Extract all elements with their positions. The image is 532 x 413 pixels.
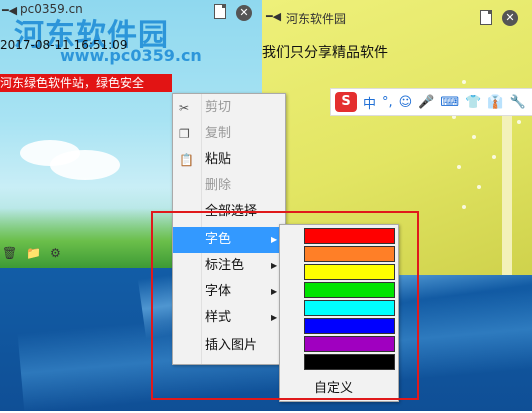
doc-icon[interactable]: [480, 10, 492, 25]
ime-tools-icon[interactable]: 🔧: [510, 95, 526, 110]
petal: [462, 80, 466, 84]
gear-icon[interactable]: ⚙: [50, 246, 64, 260]
menu-item-label: 复制: [205, 126, 232, 141]
menu-item-copy[interactable]: ❐ 复制: [173, 121, 285, 147]
petal: [472, 135, 476, 139]
copy-icon: ❐: [179, 127, 190, 141]
menu-item-label: 删除: [205, 178, 232, 193]
highlighted-text[interactable]: 河东绿色软件站，绿色安全: [0, 74, 172, 92]
ime-logo-icon[interactable]: S: [335, 92, 357, 112]
menu-item-delete[interactable]: 删除: [173, 173, 285, 199]
close-icon[interactable]: ✕: [236, 5, 252, 21]
menu-item-cut[interactable]: ✂ 剪切: [173, 95, 285, 121]
left-note-toolbar: 🗑 📁 ⚙: [0, 246, 120, 264]
ime-toolbar[interactable]: S 中 °, ☺ 🎤 ⌨ 👕 👔 🔧: [330, 88, 532, 116]
ime-keyboard-icon[interactable]: ⌨: [440, 95, 459, 110]
paste-icon: 📋: [179, 153, 194, 167]
ime-voice-icon[interactable]: 🎤: [418, 95, 434, 110]
ime-punctuation-icon[interactable]: °,: [382, 95, 393, 110]
cut-icon: ✂: [179, 101, 190, 115]
note-datetime: 2017-08-11 16:51:09: [0, 38, 128, 52]
ime-emoji-icon[interactable]: ☺: [399, 95, 413, 110]
cloud-decoration: [50, 150, 120, 180]
close-icon[interactable]: ✕: [502, 10, 518, 26]
tree-trunk: [502, 100, 512, 275]
menu-item-label: 粘贴: [205, 152, 232, 167]
petal: [492, 155, 496, 159]
right-note-titlebar[interactable]: ━◀ 河东软件园 ✕: [262, 0, 532, 30]
doc-icon[interactable]: [214, 4, 226, 19]
folder-icon[interactable]: 📁: [26, 246, 41, 260]
ime-chinese-mode[interactable]: 中: [363, 93, 376, 112]
ime-skin-icon[interactable]: 👕: [465, 95, 481, 110]
pin-icon[interactable]: ━◀: [266, 10, 281, 23]
petal: [462, 205, 466, 209]
ime-user-icon[interactable]: 👔: [487, 95, 503, 110]
petal: [517, 120, 521, 124]
menu-item-label: 剪切: [205, 100, 232, 115]
petal: [457, 165, 461, 169]
trash-icon[interactable]: 🗑: [2, 246, 17, 260]
annotation-highlight-frame: [151, 211, 419, 400]
menu-item-paste[interactable]: 📋 粘贴: [173, 147, 285, 173]
right-note-text[interactable]: 我们只分享精品软件: [262, 42, 388, 62]
petal: [477, 185, 481, 189]
right-note-title: 河东软件园: [286, 12, 347, 26]
